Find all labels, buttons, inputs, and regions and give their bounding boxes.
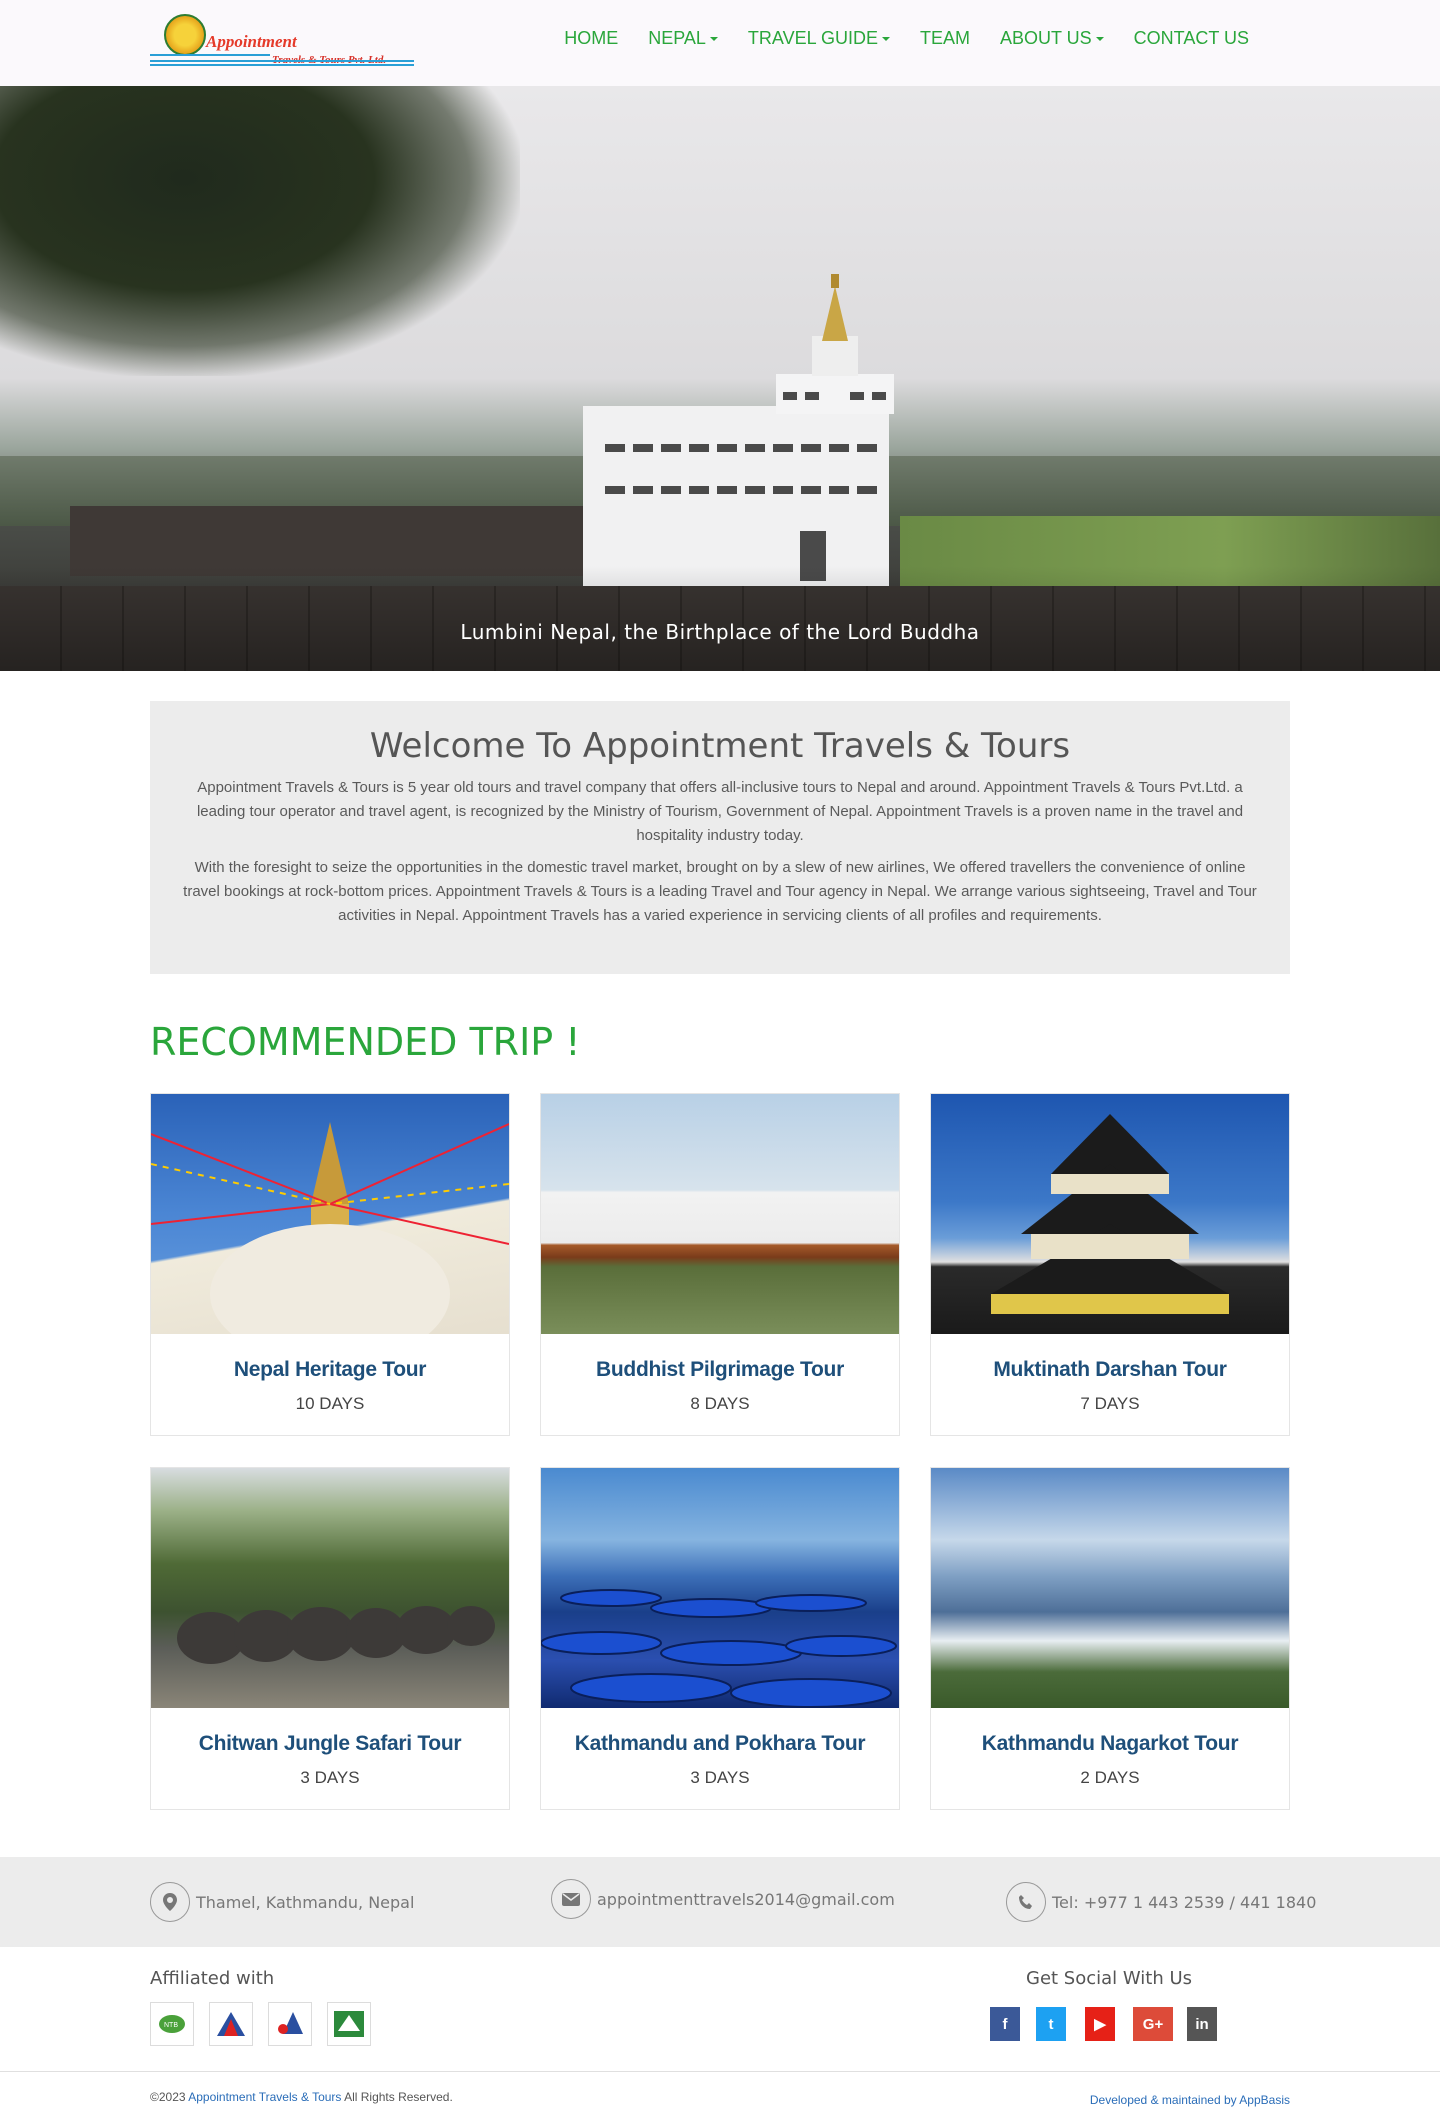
- welcome-paragraph-2: With the foresight to seize the opportun…: [183, 859, 1257, 924]
- phone-icon: [1006, 1882, 1046, 1922]
- trip-card[interactable]: Muktinath Darshan Tour 7 DAYS: [930, 1093, 1290, 1436]
- hero-caption: Lumbini Nepal, the Birthplace of the Lor…: [460, 620, 980, 644]
- pagoda-image: [991, 1114, 1229, 1314]
- trip-duration: 3 DAYS: [690, 1768, 750, 1787]
- nav-contact-us-label: CONTACT US: [1133, 28, 1249, 48]
- nav-travel-guide-label: TRAVEL GUIDE: [747, 28, 878, 48]
- contact-phone[interactable]: Tel: +977 1 443 2539 / 441 1840: [1006, 1882, 1316, 1922]
- trip-image[interactable]: [931, 1468, 1289, 1708]
- trip-image[interactable]: [151, 1468, 509, 1708]
- address-text: Thamel, Kathmandu, Nepal: [196, 1892, 415, 1912]
- google-plus-icon[interactable]: G+: [1133, 2007, 1173, 2041]
- trip-duration: 3 DAYS: [300, 1768, 360, 1787]
- footer-divider: [0, 2071, 1440, 2072]
- facebook-icon[interactable]: f: [990, 2007, 1020, 2041]
- caret-down-icon: [709, 36, 718, 41]
- stupa-image: [150, 1122, 510, 1364]
- developer-link[interactable]: Developed & maintained by AppBasis: [1090, 2093, 1290, 2107]
- google-plus-label: G+: [1142, 2015, 1164, 2033]
- envelope-icon: [551, 1879, 591, 1919]
- twitter-icon[interactable]: t: [1036, 2007, 1066, 2041]
- affiliated-title: Affiliated with: [150, 1968, 275, 1989]
- hero-slider[interactable]: Lumbini Nepal, the Birthplace of the Lor…: [0, 86, 1440, 671]
- linkedin-icon[interactable]: in: [1187, 2007, 1217, 2041]
- trip-card[interactable]: Kathmandu Nagarkot Tour 2 DAYS: [930, 1467, 1290, 1810]
- trip-duration: 2 DAYS: [1080, 1768, 1140, 1787]
- top-navbar: Appointment Travels & Tours Pvt. Ltd. HO…: [0, 0, 1440, 86]
- trip-image[interactable]: [541, 1094, 899, 1334]
- copyright: ©2023 Appointment Travels & Tours All Ri…: [150, 2090, 453, 2104]
- welcome-paragraph-1: Appointment Travels & Tours is 5 year ol…: [196, 779, 1244, 844]
- nav-nepal[interactable]: NEPAL: [633, 28, 733, 49]
- trip-duration: 8 DAYS: [690, 1394, 750, 1413]
- trip-title[interactable]: Muktinath Darshan Tour: [931, 1358, 1289, 1382]
- nav-nepal-label: NEPAL: [648, 28, 706, 48]
- trip-duration: 10 DAYS: [295, 1394, 365, 1413]
- youtube-icon[interactable]: ▶: [1085, 2007, 1115, 2041]
- map-marker-icon: [150, 1882, 190, 1922]
- trip-title[interactable]: Nepal Heritage Tour: [151, 1358, 509, 1382]
- trip-duration: 7 DAYS: [1080, 1394, 1140, 1413]
- recommended-title: RECOMMENDED TRIP !: [150, 1020, 581, 1064]
- nav-team[interactable]: TEAM: [905, 28, 985, 49]
- ntb-icon[interactable]: NTB: [150, 2002, 194, 2046]
- welcome-title: Welcome To Appointment Travels & Tours: [369, 726, 1071, 766]
- site-logo[interactable]: Appointment Travels & Tours Pvt. Ltd.: [150, 12, 414, 68]
- developer-credit[interactable]: Developed & maintained by AppBasis: [1090, 2093, 1290, 2107]
- phone-text: Tel: +977 1 443 2539 / 441 1840: [1052, 1892, 1317, 1912]
- logo-emblem-icon: [164, 14, 206, 56]
- taan-icon[interactable]: [268, 2002, 312, 2046]
- trip-card[interactable]: Kathmandu and Pokhara Tour 3 DAYS: [540, 1467, 900, 1810]
- facebook-label: f: [1002, 2015, 1008, 2033]
- trip-title[interactable]: Kathmandu and Pokhara Tour: [541, 1732, 899, 1756]
- trip-card[interactable]: Nepal Heritage Tour 10 DAYS: [150, 1093, 510, 1436]
- nav-travel-guide[interactable]: TRAVEL GUIDE: [733, 28, 905, 49]
- nav-team-label: TEAM: [919, 28, 970, 48]
- nma-icon[interactable]: [209, 2002, 253, 2046]
- boats-image: [540, 1589, 897, 1708]
- logo-text-main: Appointment: [206, 32, 297, 51]
- contact-email[interactable]: appointmenttravels2014@gmail.com: [551, 1879, 895, 1919]
- trip-card[interactable]: Buddhist Pilgrimage Tour 8 DAYS: [540, 1093, 900, 1436]
- main-nav: HOME NEPAL TRAVEL GUIDE TEAM ABOUT US CO…: [549, 28, 1264, 49]
- caret-down-icon: [881, 36, 890, 41]
- linkedin-label: in: [1195, 2015, 1209, 2033]
- svg-text:NTB: NTB: [164, 2022, 178, 2029]
- welcome-section: Welcome To Appointment Travels & Tours A…: [150, 701, 1290, 974]
- trip-image[interactable]: [540, 1468, 899, 1708]
- logo-stripe: [150, 64, 414, 66]
- trip-title[interactable]: Buddhist Pilgrimage Tour: [541, 1358, 899, 1382]
- youtube-label: ▶: [1094, 2016, 1106, 2033]
- nav-contact-us[interactable]: CONTACT US: [1119, 28, 1264, 49]
- contact-strip: Thamel, Kathmandu, Nepal appointmenttrav…: [0, 1857, 1440, 1947]
- hero-shade: [0, 566, 1440, 671]
- contact-address: Thamel, Kathmandu, Nepal: [150, 1882, 414, 1922]
- logo-stripe: [150, 54, 270, 56]
- nav-about-us[interactable]: ABOUT US: [985, 28, 1119, 49]
- logo-stripe: [150, 60, 414, 62]
- copyright-suffix: All Rights Reserved.: [344, 2090, 453, 2104]
- email-text[interactable]: appointmenttravels2014@gmail.com: [597, 1890, 895, 1909]
- trip-title[interactable]: Chitwan Jungle Safari Tour: [151, 1732, 509, 1756]
- trip-image[interactable]: [150, 1094, 510, 1364]
- nav-about-us-label: ABOUT US: [999, 28, 1092, 48]
- copyright-year: ©2023: [150, 2090, 186, 2104]
- trip-image[interactable]: [931, 1094, 1289, 1334]
- nav-home[interactable]: HOME: [549, 28, 633, 49]
- caret-down-icon: [1095, 36, 1104, 41]
- elephants-image: [177, 1606, 495, 1664]
- trip-title[interactable]: Kathmandu Nagarkot Tour: [931, 1732, 1289, 1756]
- nav-home-label: HOME: [564, 28, 619, 48]
- copyright-link[interactable]: Appointment Travels & Tours: [188, 2090, 341, 2104]
- social-title: Get Social With Us: [1026, 1968, 1193, 1989]
- keep-icon[interactable]: [327, 2002, 371, 2046]
- twitter-label: t: [1048, 2015, 1054, 2033]
- trip-card[interactable]: Chitwan Jungle Safari Tour 3 DAYS: [150, 1467, 510, 1810]
